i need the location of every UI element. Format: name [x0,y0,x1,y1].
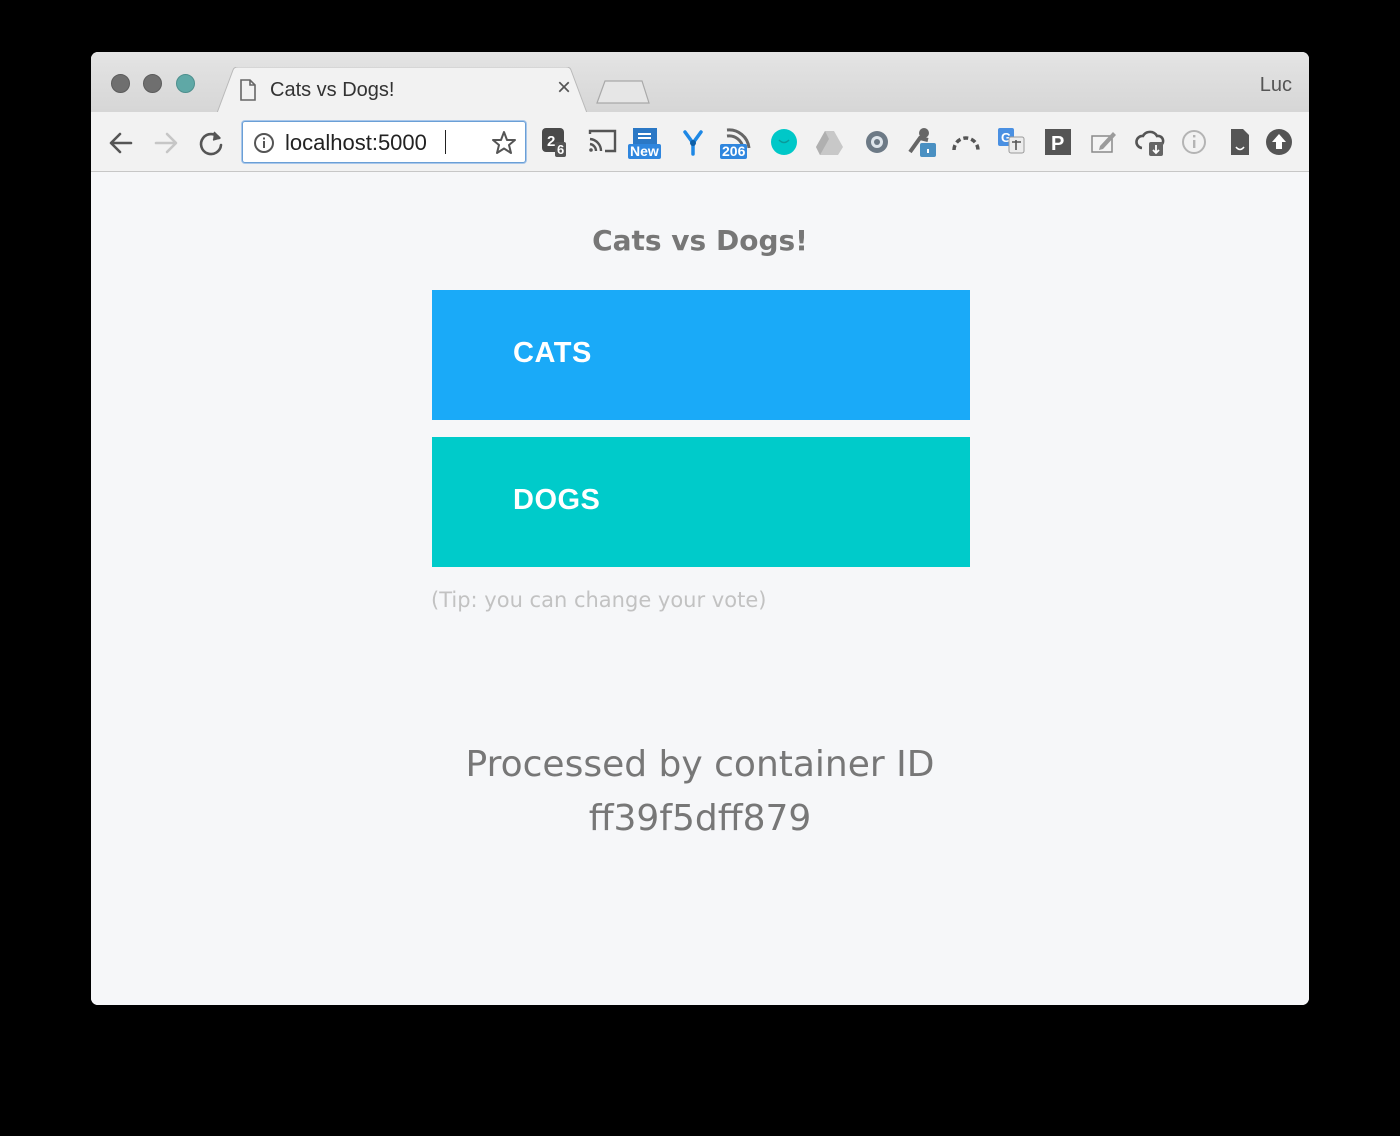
rss-feed-icon[interactable]: 206 [720,126,755,160]
back-arrow-icon[interactable] [107,129,135,157]
cast-icon[interactable] [587,126,621,160]
arc-extension-icon[interactable] [951,126,985,160]
upload-circle-icon[interactable] [1265,126,1299,160]
processed-label: Processed by container ID [465,744,935,785]
text-cursor [445,130,446,154]
profile-name[interactable]: Luc [1260,74,1292,97]
svg-text:P: P [1051,133,1064,155]
page-title: Cats vs Dogs! [592,224,808,257]
gear-extension-icon[interactable] [863,126,897,160]
container-id: ff39f5dff879 [588,798,812,839]
p-extension-icon[interactable]: P [1043,126,1077,160]
y-extension-icon[interactable] [679,126,713,160]
maximize-window-button[interactable] [176,74,195,93]
drive-icon[interactable] [815,126,849,160]
browser-tab[interactable]: Cats vs Dogs! × [217,67,587,113]
close-window-button[interactable] [111,74,130,93]
edit-extension-icon[interactable] [1089,126,1123,160]
cats-vote-button[interactable]: CATS [432,290,970,420]
tab-title: Cats vs Dogs! [270,79,395,101]
vote-tip: (Tip: you can change your vote) [431,588,767,612]
teal-circle-extension-icon[interactable] [770,126,804,160]
page-content: Cats vs Dogs! CATS DOGS (Tip: you can ch… [91,172,1309,1005]
bookmark-star-icon[interactable] [491,130,517,156]
person-lock-icon[interactable] [906,126,940,160]
translate-icon[interactable]: G [996,126,1030,160]
info-icon[interactable] [253,132,275,154]
container-info: Processed by container ID ff39f5dff879 [91,738,1309,846]
title-bar: Cats vs Dogs! × Luc [91,52,1309,113]
cloud-download-icon[interactable] [1135,126,1169,160]
browser-window: Cats vs Dogs! × Luc localhost:5000 2 6 N… [91,52,1309,1005]
cats-label: CATS [513,337,592,369]
new-extension-icon[interactable]: New [628,126,663,160]
minimize-window-button[interactable] [143,74,162,93]
file-extension-icon[interactable] [1227,126,1261,160]
page-icon [240,79,256,101]
info-extension-icon[interactable] [1180,126,1214,160]
address-bar[interactable]: localhost:5000 [242,121,526,163]
reload-icon[interactable] [197,129,225,157]
url-text[interactable]: localhost:5000 [285,130,427,156]
browser-toolbar: localhost:5000 2 6 New 206 G P [91,112,1309,172]
dogs-label: DOGS [513,484,601,516]
forward-arrow-icon[interactable] [152,129,180,157]
tab-close-icon[interactable]: × [557,76,571,100]
counter-extension-icon[interactable]: 2 6 [541,126,575,160]
dogs-vote-button[interactable]: DOGS [432,437,970,567]
new-tab-button[interactable] [595,79,651,105]
